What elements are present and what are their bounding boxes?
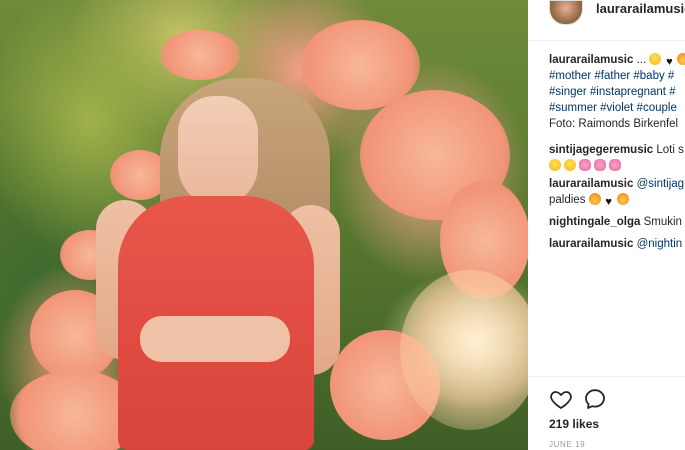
black-heart-emoji-icon: ♥: [605, 196, 612, 208]
emoji-icon: [616, 193, 629, 205]
comment-username[interactable]: sintijagegeremusic: [549, 144, 653, 156]
caption-hashtags[interactable]: #singer #instapregnant #: [549, 84, 685, 100]
emoji-icon: [677, 53, 685, 65]
caption-hashtags[interactable]: #mother #father #baby #: [549, 68, 685, 84]
avatar[interactable]: [549, 0, 583, 25]
comment-text[interactable]: @sintijag: [633, 178, 684, 190]
woman-hands: [140, 316, 290, 362]
comment-continuation: paldies ♥: [549, 192, 685, 208]
comment-username[interactable]: laurarailamusic: [549, 238, 633, 250]
comment-text: Smukin: [640, 216, 682, 228]
post-author-username[interactable]: laurarailamusic: [596, 1, 685, 16]
flower-emoji-icon: [594, 159, 606, 171]
flower-cluster: [160, 30, 240, 80]
caption-hashtags[interactable]: #summer #violet #couple: [549, 100, 685, 116]
caption-username[interactable]: laurarailamusic: [549, 54, 633, 66]
blurred-flower-foreground: [400, 270, 528, 430]
flower-emoji-icon: [579, 159, 591, 171]
smiling-emoji-icon: [549, 159, 561, 171]
comment-text: paldies: [549, 194, 586, 206]
heart-outline-icon[interactable]: [549, 387, 573, 411]
post-date: JUNE 19: [549, 440, 586, 449]
caption-photo-credit: Foto: Raimonds Birkenfel: [549, 118, 679, 130]
caption-line: laurarailamusic ... ♥: [549, 52, 685, 68]
comment-item: laurarailamusic @nightin: [549, 236, 685, 252]
comment-username[interactable]: nightingale_olga: [549, 216, 640, 228]
caption-text: ...: [633, 54, 647, 66]
woman-face: [178, 96, 258, 206]
comment-text: Loti s: [653, 144, 684, 156]
comment-item: sintijagegeremusic Loti s: [549, 142, 685, 158]
speech-bubble-icon[interactable]: [583, 387, 607, 411]
post-photo[interactable]: [0, 0, 528, 450]
post-header: laurarailamusic: [528, 0, 685, 41]
smiling-emoji-icon: [564, 159, 576, 171]
flower-emoji-icon: [609, 159, 621, 171]
black-heart-emoji-icon: ♥: [666, 56, 673, 68]
emoji-icon: [588, 193, 601, 205]
comment-text[interactable]: @nightin: [633, 238, 683, 250]
comments-list: laurarailamusic ... ♥ #mother #father #b…: [549, 52, 685, 252]
comment-emojis: [549, 158, 685, 174]
smiling-emoji-icon: [649, 53, 662, 65]
comment-username[interactable]: laurarailamusic: [549, 178, 633, 190]
post-actions-footer: 219 likes JUNE 19: [528, 376, 685, 450]
comment-item: laurarailamusic @sintijag: [549, 176, 685, 192]
comment-item: nightingale_olga Smukin: [549, 214, 685, 230]
post-side-panel: laurarailamusic laurarailamusic ... ♥ #m…: [528, 0, 685, 450]
likes-count[interactable]: 219 likes: [549, 417, 599, 431]
